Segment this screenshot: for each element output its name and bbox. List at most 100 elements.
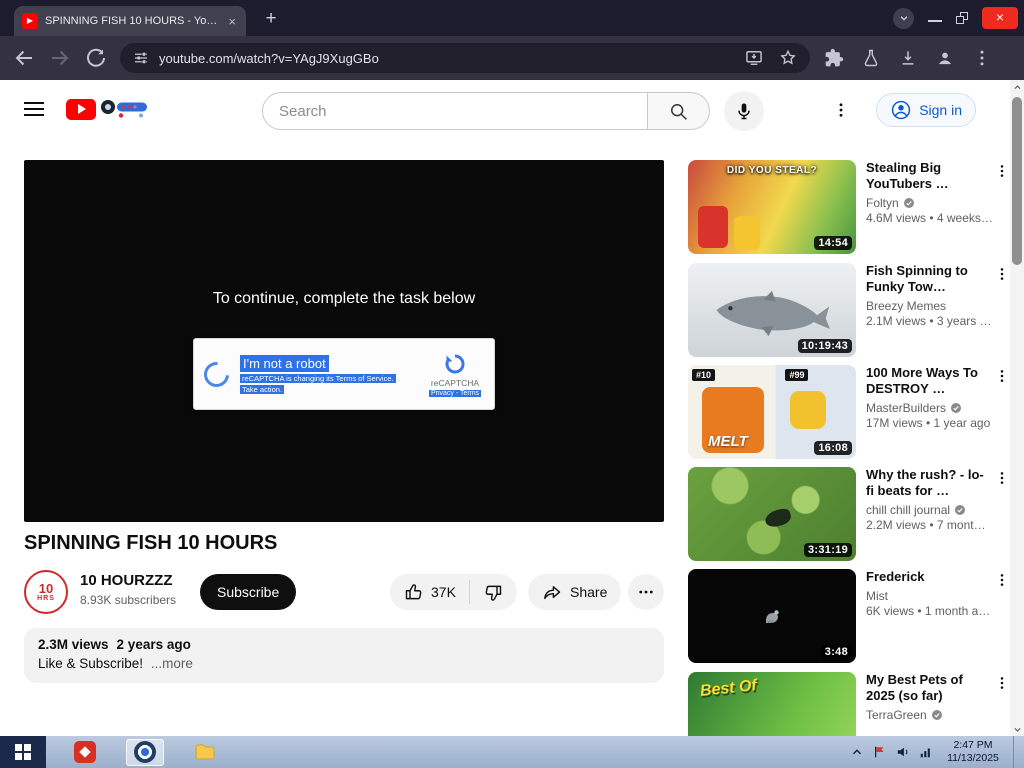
tray-expand-icon[interactable]: [850, 745, 864, 759]
tab-close-icon[interactable]: ×: [226, 15, 238, 28]
video-menu-button[interactable]: [994, 265, 1010, 283]
search-input[interactable]: [262, 92, 648, 130]
tray-flag-icon[interactable]: [873, 745, 887, 759]
video-title[interactable]: My Best Pets of 2025 (so far): [866, 672, 1002, 704]
video-title[interactable]: Frederick: [866, 569, 1002, 585]
extensions-icon[interactable]: [824, 48, 844, 68]
youtube-favicon: ▶: [22, 13, 38, 29]
site-settings-icon[interactable]: [132, 49, 150, 67]
taskbar-clock[interactable]: 2:47 PM 11/13/2025: [942, 739, 1004, 765]
youtube-logo[interactable]: [66, 97, 152, 121]
labs-flask-icon[interactable]: [861, 48, 881, 68]
suggested-video[interactable]: Best Of My Best Pets of 2025 (so far) Te…: [688, 672, 1010, 736]
video-menu-button[interactable]: [994, 674, 1010, 692]
sign-in-button[interactable]: Sign in: [876, 93, 976, 127]
suggested-video[interactable]: DID YOU STEAL? 14:54 Stealing Big YouTub…: [688, 160, 1010, 254]
recaptcha-checkbox-label[interactable]: I'm not a robot: [240, 354, 329, 372]
forward-icon[interactable]: [48, 46, 72, 70]
show-desktop-button[interactable]: [1013, 736, 1018, 768]
description-box[interactable]: 2.3M views 2 years ago Like & Subscribe!…: [24, 628, 664, 683]
recaptcha-take-action-link[interactable]: Take action.: [240, 384, 285, 394]
description-text: Like & Subscribe! ...more: [38, 656, 650, 671]
page-scrollbar[interactable]: [1010, 80, 1024, 736]
minimize-button[interactable]: [928, 20, 942, 22]
chevron-up-icon: [1013, 84, 1021, 89]
video-thumbnail[interactable]: DID YOU STEAL? 14:54: [688, 160, 856, 254]
browser-menu-icon[interactable]: [972, 48, 992, 68]
voice-search-button[interactable]: [724, 91, 764, 131]
dislike-button[interactable]: [470, 582, 517, 603]
video-menu-button[interactable]: [994, 367, 1010, 385]
video-thumbnail[interactable]: #10 #99 MELT 16:08: [688, 365, 856, 459]
channel-name-text: Mist: [866, 589, 888, 603]
recaptcha-widget[interactable]: I'm not a robot reCAPTCHA is changing it…: [193, 338, 495, 410]
url-text[interactable]: youtube.com/watch?v=YAgJ9XugGBo: [159, 51, 379, 66]
share-button[interactable]: Share: [528, 574, 622, 610]
video-title[interactable]: 100 More Ways To DESTROY …: [866, 365, 1002, 397]
bookmark-star-icon[interactable]: [778, 48, 798, 68]
video-menu-button[interactable]: [994, 162, 1010, 180]
video-title[interactable]: Fish Spinning to Funky Tow…: [866, 263, 1002, 295]
new-tab-button[interactable]: +: [258, 7, 284, 31]
channel-name[interactable]: TerraGreen: [866, 708, 1002, 722]
taskbar-app-red[interactable]: [66, 739, 104, 766]
channel-avatar[interactable]: 10 HRS: [24, 570, 68, 614]
menu-hamburger-icon[interactable]: [24, 99, 44, 119]
video-thumbnail[interactable]: 3:48: [688, 569, 856, 663]
restore-button[interactable]: [956, 12, 968, 24]
captcha-instruction: To continue, complete the task below: [212, 290, 476, 307]
like-button[interactable]: 37K: [390, 582, 469, 603]
video-title[interactable]: Why the rush? - lo-fi beats for …: [866, 467, 1002, 499]
taskbar-apps: [66, 738, 224, 766]
scroll-down-button[interactable]: [1010, 722, 1024, 736]
install-icon[interactable]: [744, 48, 764, 68]
header-menu-icon[interactable]: [832, 100, 850, 120]
omnibox-actions: [744, 48, 798, 68]
video-thumbnail[interactable]: 3:31:19: [688, 467, 856, 561]
recaptcha-spinner-icon: [198, 356, 235, 392]
avatar-text-bottom: HRS: [37, 595, 55, 602]
video-menu-button[interactable]: [994, 571, 1010, 589]
video-title[interactable]: Stealing Big YouTubers …: [866, 160, 1002, 192]
video-thumbnail[interactable]: Best Of: [688, 672, 856, 736]
suggested-video[interactable]: 10:19:43 Fish Spinning to Funky Tow… Bre…: [688, 263, 1010, 357]
video-duration-badge: 14:54: [814, 236, 852, 250]
more-actions-button[interactable]: [628, 574, 664, 610]
taskbar-app-browser[interactable]: [126, 738, 164, 766]
recaptcha-privacy-terms-links[interactable]: Privacy - Terms: [428, 389, 482, 397]
back-icon[interactable]: [12, 46, 36, 70]
search-button[interactable]: [648, 92, 710, 130]
video-player[interactable]: To continue, complete the task below I'm…: [24, 160, 664, 522]
downloads-icon[interactable]: [898, 48, 918, 68]
clock-time: 2:47 PM: [953, 739, 993, 751]
taskbar-app-explorer[interactable]: [186, 739, 224, 766]
browser-tab[interactable]: ▶ SPINNING FISH 10 HOURS - Yo… ×: [14, 6, 246, 36]
show-more-link[interactable]: ...more: [151, 656, 193, 671]
suggested-video[interactable]: #10 #99 MELT 16:08 100 More Ways To DEST…: [688, 365, 1010, 459]
suggested-videos: DID YOU STEAL? 14:54 Stealing Big YouTub…: [688, 160, 1010, 736]
close-button[interactable]: ×: [982, 7, 1018, 29]
tray-volume-icon[interactable]: [896, 745, 910, 759]
scroll-up-button[interactable]: [1010, 80, 1024, 94]
suggested-video[interactable]: 3:31:19 Why the rush? - lo-fi beats for …: [688, 467, 1010, 561]
channel-name[interactable]: MasterBuilders: [866, 401, 1002, 415]
reload-icon[interactable]: [84, 46, 108, 70]
profile-icon[interactable]: [935, 48, 955, 68]
tray-network-icon[interactable]: [919, 745, 933, 759]
youtube-page: Sign in To continue, complete the task b…: [0, 80, 1024, 736]
channel-name[interactable]: Foltyn: [866, 196, 1002, 210]
subscribe-button[interactable]: Subscribe: [200, 574, 297, 610]
address-bar[interactable]: youtube.com/watch?v=YAgJ9XugGBo: [120, 43, 810, 73]
channel-name[interactable]: chill chill journal: [866, 503, 1002, 517]
tab-search-button[interactable]: [893, 7, 914, 29]
suggested-video[interactable]: 3:48 Frederick Mist 6K views • 1 month a…: [688, 569, 1010, 663]
start-button[interactable]: [0, 736, 46, 768]
verified-badge-icon: [951, 403, 962, 413]
channel-name[interactable]: 10 HOURZZZ: [80, 572, 173, 589]
channel-name[interactable]: Mist: [866, 589, 1002, 603]
thumbnail-overlay-text: Best Of: [699, 677, 758, 700]
channel-name[interactable]: Breezy Memes: [866, 299, 1002, 313]
video-thumbnail[interactable]: 10:19:43: [688, 263, 856, 357]
scrollbar-thumb[interactable]: [1012, 97, 1022, 265]
video-menu-button[interactable]: [994, 469, 1010, 487]
